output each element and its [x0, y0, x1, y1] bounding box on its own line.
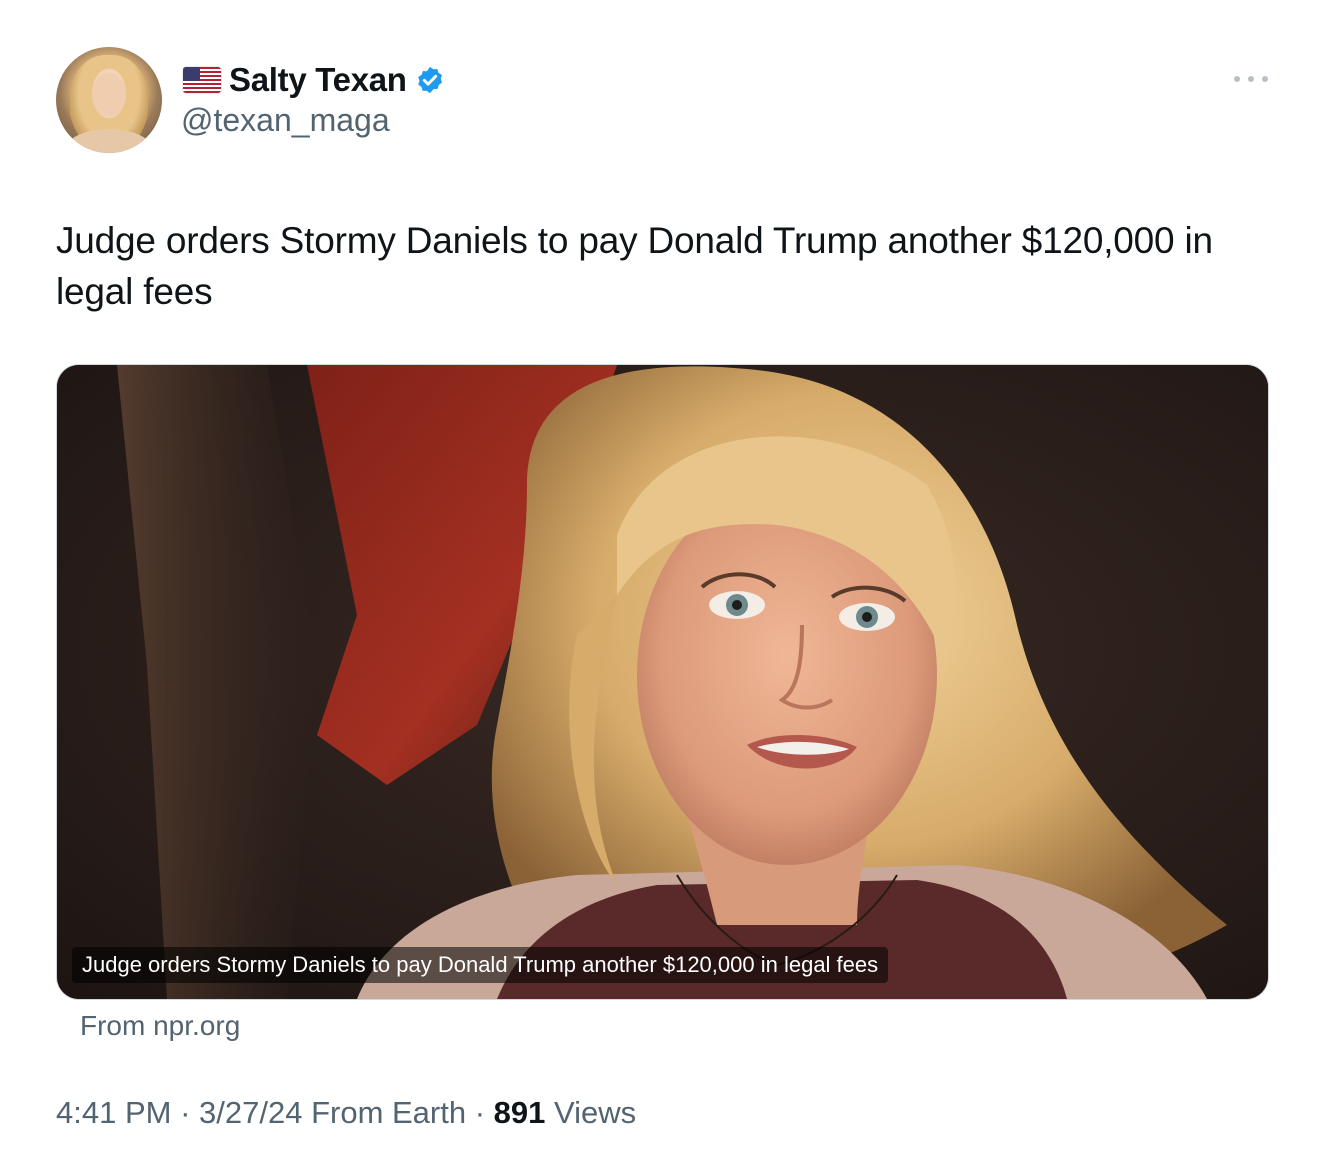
author-name-row[interactable]: Salty Texan: [183, 60, 445, 100]
meta-separator: ·: [171, 1095, 200, 1130]
tweet-time[interactable]: 4:41 PM: [56, 1095, 171, 1131]
more-options-icon[interactable]: [1234, 66, 1268, 92]
author-display-name[interactable]: Salty Texan: [229, 61, 407, 99]
tweet-date[interactable]: 3/27/24: [199, 1095, 302, 1131]
views-label[interactable]: Views: [545, 1095, 636, 1131]
tweet-text: Judge orders Stormy Daniels to pay Donal…: [56, 220, 1213, 312]
link-card-caption[interactable]: Judge orders Stormy Daniels to pay Donal…: [72, 947, 889, 983]
link-source[interactable]: From npr.org: [80, 1010, 240, 1042]
avatar-face: [92, 73, 126, 117]
meta-separator-2: ·: [466, 1095, 494, 1130]
news-photo: [57, 365, 1268, 999]
tweet-client: From Earth: [302, 1095, 467, 1130]
views-count[interactable]: 891: [494, 1095, 546, 1131]
author-avatar[interactable]: [56, 47, 162, 153]
verified-badge-icon: [417, 66, 442, 94]
author-handle[interactable]: @texan_maga: [181, 102, 390, 139]
us-flag-icon: [183, 67, 221, 93]
link-card-image[interactable]: [57, 365, 1268, 999]
tweet-meta: 4:41 PM · 3/27/24 From Earth · 891 Views: [56, 1095, 636, 1131]
